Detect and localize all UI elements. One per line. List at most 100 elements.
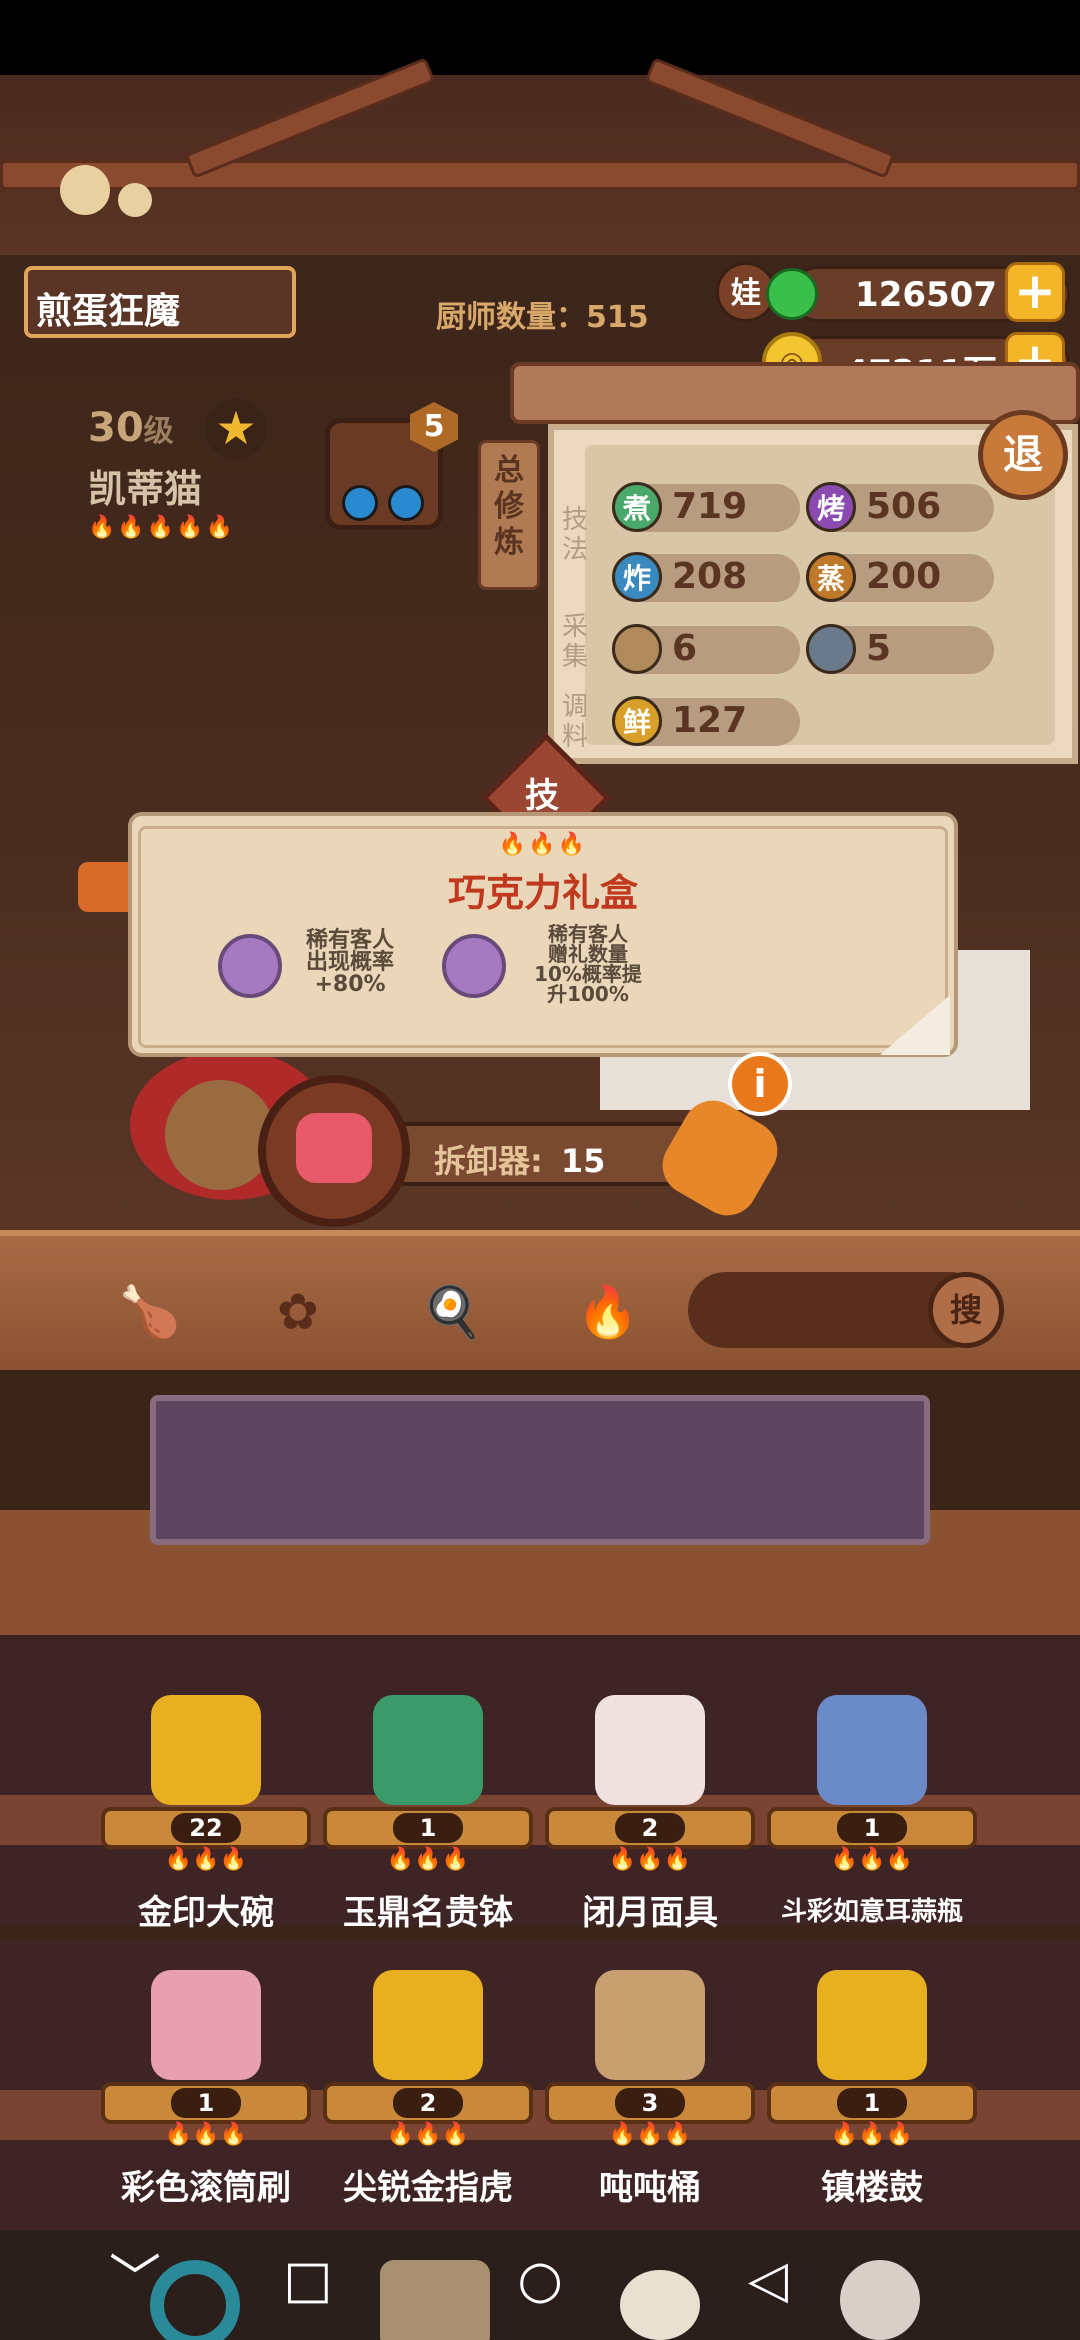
nav-down-button[interactable]: ﹀ bbox=[95, 2240, 175, 2320]
dismantle-label: 拆卸器: bbox=[434, 1142, 543, 1180]
stat-value: 719 bbox=[672, 486, 748, 527]
system-nav-bar: ﹀ □ ○ ◁ bbox=[0, 2230, 1080, 2340]
item-name: 彩色滚筒刷 bbox=[121, 2168, 291, 2208]
rare-guest-avatar bbox=[218, 934, 282, 998]
dismantle-count: 15 bbox=[560, 1142, 606, 1180]
umami-icon: 鲜 bbox=[612, 696, 662, 746]
item-flames: 🔥🔥🔥 bbox=[386, 2122, 470, 2147]
steam-icon: 蒸 bbox=[806, 552, 856, 602]
cup-icon bbox=[380, 2260, 490, 2340]
tooltip-title: 巧克力礼盒 bbox=[447, 871, 638, 915]
item-name: 吨吨桶 bbox=[599, 2168, 701, 2208]
gold-bowl-icon bbox=[151, 1695, 261, 1805]
effect-line: 稀有客人 bbox=[548, 922, 628, 946]
item-name: 斗彩如意耳蒜瓶 bbox=[780, 1897, 963, 1927]
effect-line: 稀有客人 bbox=[305, 928, 394, 953]
nav-recents-button[interactable]: □ bbox=[268, 2240, 348, 2320]
stat-value: 127 bbox=[672, 700, 748, 741]
item-count: 1 bbox=[837, 1813, 907, 1843]
item-flames: 🔥🔥🔥 bbox=[164, 2122, 248, 2147]
chick-decor-icon bbox=[118, 183, 152, 217]
item-name: 镇楼鼓 bbox=[821, 2168, 923, 2208]
item-count: 22 bbox=[171, 1813, 241, 1843]
effect-line: 赠礼数量 bbox=[548, 942, 628, 966]
roller-brush-icon bbox=[151, 1970, 261, 2080]
fry-icon: 炸 bbox=[612, 552, 662, 602]
item-name: 玉鼎名贵钵 bbox=[343, 1893, 513, 1933]
equipment-item[interactable]: 1 🔥🔥🔥 斗彩如意耳蒜瓶 bbox=[762, 1695, 982, 1975]
boil-icon: 煮 bbox=[612, 482, 662, 532]
chick-decor-icon bbox=[60, 165, 110, 215]
item-flames: 🔥🔥🔥 bbox=[608, 2122, 692, 2147]
nav-back-button[interactable]: ◁ bbox=[728, 2240, 808, 2320]
nav-home-button[interactable]: ○ bbox=[500, 2240, 580, 2320]
horizontal-beam bbox=[0, 160, 1080, 190]
retreat-button[interactable]: 退 bbox=[978, 410, 1068, 500]
effect-line: 升100% bbox=[547, 982, 629, 1006]
status-bar bbox=[0, 0, 1080, 75]
chef-level: 30级 bbox=[88, 405, 174, 451]
stat-value: 6 bbox=[672, 628, 698, 669]
effect-line: 出现概率 bbox=[305, 950, 394, 975]
item-count: 1 bbox=[837, 2088, 907, 2118]
rare-guest-avatar bbox=[442, 934, 506, 998]
equipment-item[interactable]: 22 🔥🔥🔥 金印大碗 bbox=[96, 1695, 316, 1975]
chocolate-giftbox-icon bbox=[296, 1113, 372, 1183]
tooltip-flames: 🔥🔥🔥 bbox=[498, 832, 588, 857]
star-icon[interactable]: ★ bbox=[205, 398, 267, 460]
info-button[interactable]: i bbox=[728, 1052, 792, 1116]
search-button[interactable]: 搜 bbox=[928, 1272, 1004, 1348]
item-name: 尖锐金指虎 bbox=[343, 2168, 513, 2208]
stat-value: 5 bbox=[866, 628, 892, 669]
equipment-item[interactable]: 1 🔥🔥🔥 玉鼎名贵钵 bbox=[318, 1695, 538, 1975]
player-name-field[interactable]: 煎蛋狂魔 bbox=[24, 266, 296, 338]
stat-value: 208 bbox=[672, 556, 748, 597]
equipment-item[interactable]: 2 🔥🔥🔥 尖锐金指虎 bbox=[318, 1970, 538, 2250]
chef-rarity-flames: 🔥🔥🔥🔥🔥 bbox=[88, 515, 235, 540]
effect-line: +80% bbox=[314, 972, 386, 997]
item-count: 1 bbox=[393, 1813, 463, 1843]
item-count: 1 bbox=[171, 2088, 241, 2118]
equipment-item[interactable]: 3 🔥🔥🔥 吨吨桶 bbox=[540, 1970, 760, 2250]
meat-filter-icon[interactable]: 🍗 bbox=[118, 1280, 182, 1344]
item-flames: 🔥🔥🔥 bbox=[608, 1847, 692, 1872]
chicken-icon bbox=[620, 2270, 700, 2340]
section-label-season: 调料 bbox=[561, 692, 588, 752]
equipment-item[interactable]: 1 🔥🔥🔥 镇楼鼓 bbox=[762, 1970, 982, 2250]
jade-pot-icon bbox=[373, 1695, 483, 1805]
empty-display-board bbox=[150, 1395, 930, 1545]
ceiling-beams bbox=[0, 57, 1080, 255]
goggles-lens-icon bbox=[342, 485, 378, 521]
fish-icon bbox=[806, 624, 856, 674]
brass-knuckles-icon bbox=[373, 1970, 483, 2080]
item-flames: 🔥🔥🔥 bbox=[164, 1847, 248, 1872]
item-name: 金印大碗 bbox=[138, 1893, 274, 1933]
crane-icon bbox=[840, 2260, 920, 2340]
item-count: 2 bbox=[393, 2088, 463, 2118]
stat-value: 200 bbox=[866, 556, 942, 597]
effect-line: 10%概率提 bbox=[534, 962, 642, 986]
equipment-frame[interactable] bbox=[258, 1075, 410, 1227]
tumbler-icon bbox=[595, 1970, 705, 2080]
section-label-tech: 技法 bbox=[561, 505, 588, 565]
grain-bowl-icon bbox=[612, 624, 662, 674]
candy-filter-icon[interactable]: ✿ bbox=[266, 1280, 330, 1344]
equipment-row-2: 1 🔥🔥🔥 彩色滚筒刷 2 🔥🔥🔥 尖锐金指虎 3 🔥🔥🔥 吨吨桶 1 🔥🔥🔥 … bbox=[0, 1940, 1080, 2230]
equipment-item[interactable]: 2 🔥🔥🔥 闭月面具 bbox=[540, 1695, 760, 1975]
stat-value: 506 bbox=[866, 486, 942, 527]
item-count: 3 bbox=[615, 2088, 685, 2118]
equipment-item[interactable]: 1 🔥🔥🔥 彩色滚筒刷 bbox=[96, 1970, 316, 2250]
item-count: 2 bbox=[615, 1813, 685, 1843]
fire-filter-icon[interactable]: 🔥 bbox=[576, 1280, 640, 1344]
item-flames: 🔥🔥🔥 bbox=[830, 1847, 914, 1872]
scroll-roller bbox=[510, 362, 1080, 424]
section-label-gather: 采集 bbox=[561, 612, 588, 672]
level-number: 30 bbox=[88, 405, 144, 451]
roast-icon: 烤 bbox=[806, 482, 856, 532]
pan-filter-icon[interactable]: 🍳 bbox=[420, 1280, 484, 1344]
gem-icon bbox=[766, 268, 818, 320]
chef-name: 凯蒂猫 bbox=[88, 467, 203, 511]
add-gems-button[interactable]: + bbox=[1005, 262, 1065, 322]
effect-1: 稀有客人 出现概率 +80% bbox=[290, 930, 410, 996]
item-name: 闭月面具 bbox=[582, 1893, 718, 1933]
